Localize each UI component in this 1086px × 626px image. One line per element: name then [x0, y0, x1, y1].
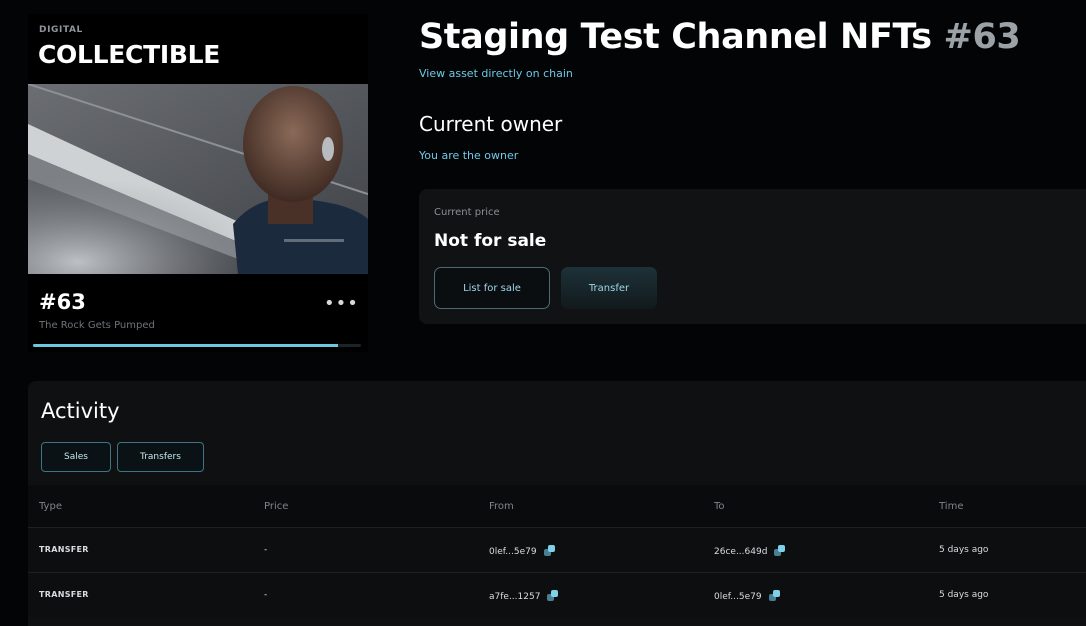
- activity-table: Type Price From To Time TRANSFER - 0lef.…: [28, 485, 1086, 617]
- card-heading: COLLECTIBLE: [38, 40, 221, 69]
- table-row: TRANSFER - a7fe...1257 0lef...5e79 5 day…: [28, 572, 1086, 617]
- table-header: Type Price From To Time: [28, 485, 1086, 527]
- activity-panel: Activity Sales Transfers Type Price From…: [28, 381, 1086, 626]
- card-progress-bar: [33, 344, 361, 347]
- current-price-value: Not for sale: [434, 231, 547, 251]
- row-to-address[interactable]: 0lef...5e79: [714, 592, 762, 602]
- copy-icon[interactable]: [768, 590, 780, 601]
- title-token-number: #63: [943, 17, 1021, 57]
- column-header-time[interactable]: Time: [939, 501, 963, 512]
- card-token-number: #63: [39, 290, 86, 314]
- more-dots-icon[interactable]: •••: [324, 295, 358, 315]
- price-panel: Current price Not for sale List for sale…: [419, 189, 1086, 324]
- row-to-address[interactable]: 26ce...649d: [714, 547, 767, 557]
- row-from-address[interactable]: 0lef...5e79: [489, 547, 537, 557]
- column-header-price[interactable]: Price: [264, 501, 288, 512]
- row-type: TRANSFER: [39, 545, 89, 554]
- card-token-name: The Rock Gets Pumped: [39, 320, 155, 331]
- card-progress-fill: [33, 344, 339, 347]
- filter-transfers-button[interactable]: Transfers: [117, 442, 204, 472]
- nft-image[interactable]: [28, 84, 368, 274]
- list-for-sale-button[interactable]: List for sale: [434, 267, 550, 309]
- column-header-type[interactable]: Type: [39, 501, 62, 512]
- row-to: 0lef...5e79: [714, 590, 780, 602]
- row-type: TRANSFER: [39, 590, 89, 599]
- page-title: Staging Test Channel NFTs #63: [419, 17, 1021, 57]
- filter-sales-button[interactable]: Sales: [41, 442, 111, 472]
- collectible-card: DIGITAL COLLECTIBLE #63 The Rock Gets Pu…: [28, 14, 368, 352]
- view-on-chain-link[interactable]: View asset directly on chain: [419, 67, 573, 80]
- current-price-label: Current price: [434, 207, 500, 218]
- row-price: -: [264, 545, 268, 555]
- row-from-address[interactable]: a7fe...1257: [489, 592, 540, 602]
- row-from: a7fe...1257: [489, 590, 559, 602]
- copy-icon[interactable]: [547, 590, 559, 601]
- column-header-from[interactable]: From: [489, 501, 514, 512]
- owner-status-link[interactable]: You are the owner: [419, 149, 518, 162]
- activity-heading: Activity: [41, 399, 120, 423]
- current-owner-heading: Current owner: [419, 112, 563, 136]
- row-time: 5 days ago: [939, 590, 989, 600]
- card-kicker: DIGITAL: [39, 25, 83, 35]
- transfer-button[interactable]: Transfer: [561, 267, 657, 309]
- row-to: 26ce...649d: [714, 545, 786, 557]
- copy-icon[interactable]: [543, 545, 555, 556]
- row-from: 0lef...5e79: [489, 545, 555, 557]
- table-row: TRANSFER - 0lef...5e79 26ce...649d 5 day…: [28, 527, 1086, 572]
- nft-image-art: [28, 84, 368, 274]
- row-price: -: [264, 590, 268, 600]
- collection-name: Staging Test Channel NFTs: [419, 17, 932, 57]
- copy-icon[interactable]: [774, 545, 786, 556]
- nft-detail-page: DIGITAL COLLECTIBLE #63 The Rock Gets Pu…: [0, 0, 1086, 626]
- row-time: 5 days ago: [939, 545, 989, 555]
- column-header-to[interactable]: To: [714, 501, 725, 512]
